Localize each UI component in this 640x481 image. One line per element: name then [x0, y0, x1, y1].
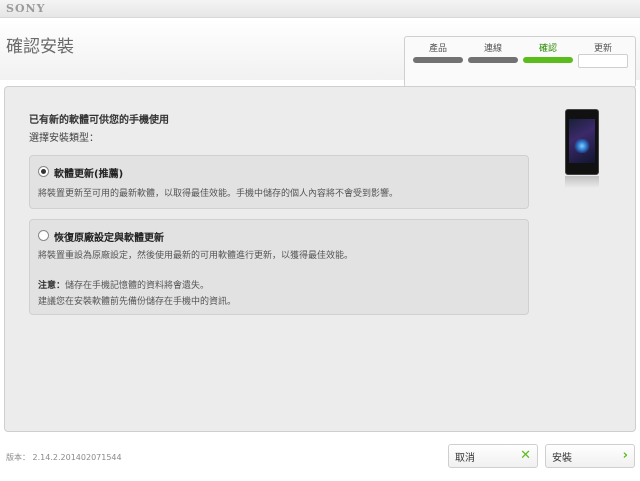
- step-bar: [468, 57, 518, 63]
- step-confirm: 確認: [523, 41, 573, 63]
- cancel-label: 取消: [455, 452, 475, 464]
- step-bar: [413, 57, 463, 63]
- chevron-right-icon: ›: [622, 448, 628, 463]
- footer: 版本： 2.14.2.201402071544 取消 ✕ 安裝 ›: [0, 436, 640, 481]
- option-title: 軟體更新(推薦): [54, 169, 124, 180]
- radio-selected-dot: [41, 169, 46, 174]
- option-software-update[interactable]: 軟體更新(推薦) 將裝置更新至可用的最新軟體，以取得最佳效能。手機中儲存的個人內…: [29, 155, 529, 209]
- step-connect: 連線: [468, 41, 518, 63]
- cancel-button[interactable]: 取消 ✕: [448, 444, 538, 468]
- brand-logo: SONY: [6, 2, 46, 15]
- step-bar: [578, 54, 628, 68]
- step-product: 產品: [413, 41, 463, 63]
- main-panel: 已有新的軟體可供您的手機使用 選擇安裝類型： 軟體更新(推薦) 將裝置更新至可用…: [4, 86, 636, 432]
- close-icon: ✕: [520, 448, 531, 463]
- progress-steps: 產品 連線 確認 更新: [404, 36, 636, 88]
- option-note: 注意：儲存在手機記憶體的資料將會遺失。: [38, 278, 209, 291]
- phone-reflection: [565, 176, 599, 188]
- note-text: 儲存在手機記憶體的資料將會遺失。: [65, 281, 210, 291]
- option-title: 恢復原廠設定與軟體更新: [54, 233, 164, 244]
- step-update: 更新: [578, 41, 628, 68]
- content-heading: 已有新的軟體可供您的手機使用: [29, 115, 169, 126]
- option-factory-reset-update[interactable]: 恢復原廠設定與軟體更新 將裝置重設為原廠設定，然後使用最新的可用軟體進行更新，以…: [29, 219, 529, 315]
- step-label: 連線: [483, 44, 502, 54]
- page-title: 確認安裝: [6, 37, 74, 57]
- phone-image: [565, 109, 599, 175]
- option-description: 將裝置更新至可用的最新軟體，以取得最佳效能。手機中儲存的個人內容將不會受到影響。: [38, 189, 399, 199]
- title-bar: SONY: [0, 0, 640, 18]
- option-note-line2: 建議您在安裝軟體前先備份儲存在手機中的資訊。: [38, 297, 237, 307]
- note-label: 注意：: [38, 281, 66, 291]
- option-description: 將裝置重設為原廠設定，然後使用最新的可用軟體進行更新，以獲得最佳效能。: [38, 251, 354, 261]
- step-label: 更新: [593, 44, 612, 54]
- step-label: 產品: [428, 44, 447, 54]
- header: 確認安裝 產品 連線 確認 更新: [0, 18, 640, 88]
- step-label: 確認: [538, 44, 557, 54]
- phone-screen: [569, 119, 595, 163]
- step-bar: [523, 57, 573, 63]
- install-button[interactable]: 安裝 ›: [545, 444, 635, 468]
- install-label: 安裝: [552, 452, 572, 464]
- radio-factory-reset-update[interactable]: [38, 230, 49, 241]
- install-type-label: 選擇安裝類型：: [29, 133, 99, 144]
- radio-software-update[interactable]: [38, 166, 49, 177]
- version-text: 版本： 2.14.2.201402071544: [6, 453, 122, 462]
